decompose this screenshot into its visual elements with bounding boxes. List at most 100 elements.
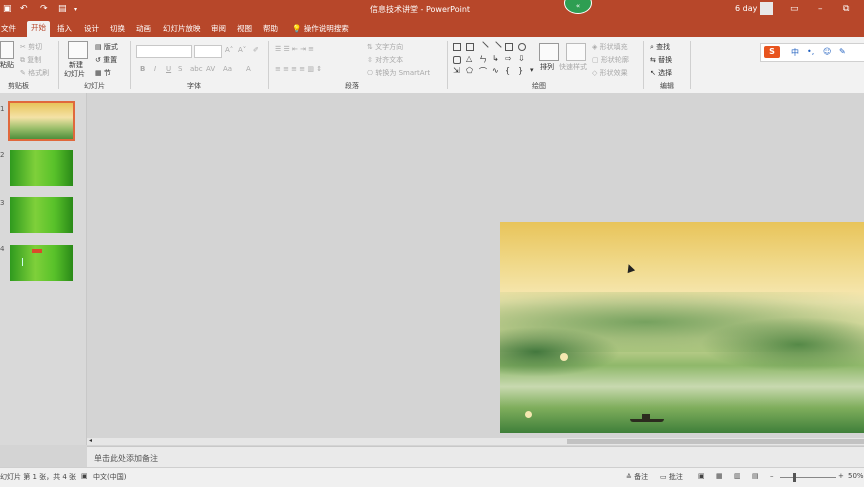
brace-shape-icon[interactable]: { — [505, 66, 513, 76]
arrange-icon[interactable] — [539, 43, 559, 61]
tab-insert[interactable]: 插入 — [57, 23, 72, 34]
italic-button[interactable]: I — [154, 65, 156, 73]
zoom-slider[interactable] — [780, 477, 836, 478]
minimize-icon[interactable]: – — [818, 4, 823, 14]
tab-view[interactable]: 视图 — [237, 23, 252, 34]
present-icon[interactable]: ▤ — [58, 4, 67, 14]
ime-punct-button[interactable]: •, — [807, 47, 814, 56]
change-case-button[interactable]: Aa — [223, 65, 232, 73]
bullets-icon[interactable]: ☰ ☰ ⇤ ⇥ ≡ — [275, 45, 314, 53]
avatar[interactable] — [760, 2, 773, 15]
save-icon[interactable]: ▣ — [3, 4, 12, 14]
normal-view-icon[interactable]: ▣ — [698, 472, 705, 480]
notes-toggle-button[interactable]: ≙ 备注 — [626, 472, 648, 482]
slide-thumbnail[interactable] — [8, 101, 75, 141]
reset-button[interactable]: ↺ 重置 — [95, 55, 117, 65]
arrow-shape-icon[interactable]: ⇨ — [505, 54, 513, 64]
shape-effects-button[interactable]: ◇ 形状效果 — [592, 68, 628, 78]
current-slide[interactable] — [500, 222, 864, 433]
brace-shape-icon[interactable]: } — [518, 66, 526, 76]
horizontal-scrollbar[interactable]: ◂ — [87, 437, 864, 445]
slide-thumbnail-pane[interactable]: 1 2 3 4 — [0, 93, 87, 445]
rounded-rect-shape-icon[interactable] — [453, 56, 461, 64]
paste-button[interactable]: 粘贴 — [0, 60, 14, 70]
language-indicator[interactable]: 中文(中国) — [93, 472, 126, 482]
paste-icon[interactable] — [0, 41, 14, 59]
tab-review[interactable]: 审阅 — [211, 23, 226, 34]
tab-transitions[interactable]: 切换 — [110, 23, 125, 34]
redo-icon[interactable]: ↷ — [40, 4, 48, 14]
text-direction-button[interactable]: ⇅ 文字方向 — [367, 42, 403, 52]
tab-home[interactable]: 开始 — [27, 21, 50, 37]
shape-outline-button[interactable]: ▢ 形状轮廓 — [592, 55, 629, 65]
smartart-button[interactable]: ⎔ 转换为 SmartArt — [367, 68, 430, 78]
copy-button[interactable]: ⧉ 复制 — [20, 55, 41, 65]
customize-qa-icon[interactable]: ▾ — [74, 6, 77, 13]
shrink-font-icon[interactable]: A˅ — [238, 46, 246, 54]
flow-arrow-shape-icon[interactable]: ⇲ — [453, 66, 461, 76]
slide-thumbnail[interactable] — [10, 245, 73, 281]
arrange-button[interactable]: 排列 — [540, 62, 554, 72]
line-shape-icon[interactable] — [490, 41, 502, 53]
undo-icon[interactable]: ↶ — [20, 4, 28, 14]
ime-handwrite-icon[interactable]: ✎ — [839, 47, 846, 56]
new-slide-icon[interactable] — [68, 41, 88, 59]
pentagon-shape-icon[interactable]: ⬠ — [466, 66, 474, 76]
spellcheck-icon[interactable]: ▣ — [81, 472, 88, 480]
select-button[interactable]: ↖ 选择 — [650, 68, 672, 78]
reading-view-icon[interactable]: ▥ — [734, 472, 741, 480]
char-spacing-button[interactable]: AV — [206, 65, 215, 73]
zoom-out-icon[interactable]: – — [770, 472, 774, 480]
rectangle-shape-icon[interactable] — [505, 43, 513, 51]
clear-format-icon[interactable]: ✐ — [253, 46, 259, 54]
curve-shape-icon[interactable]: ⌒ — [479, 67, 487, 76]
slide-thumbnail[interactable] — [10, 197, 73, 233]
align-text-button[interactable]: ⇳ 对齐文本 — [367, 55, 403, 65]
user-name[interactable]: 6 day — [735, 4, 757, 13]
slide-sorter-icon[interactable]: ▦ — [716, 472, 723, 480]
tab-animations[interactable]: 动画 — [136, 23, 151, 34]
tab-design[interactable]: 设计 — [84, 23, 99, 34]
shape-fill-button[interactable]: ◈ 形状填充 — [592, 42, 628, 52]
quick-styles-icon[interactable] — [566, 43, 586, 61]
grow-font-icon[interactable]: A˄ — [225, 46, 233, 54]
comments-toggle-button[interactable]: ▭ 批注 — [660, 472, 683, 482]
textbox-shape-icon[interactable] — [466, 43, 474, 51]
connector-shape-icon[interactable]: ㄣ — [479, 55, 487, 64]
layout-button[interactable]: ▤ 版式 — [95, 42, 118, 52]
shadow-button[interactable]: S — [178, 65, 182, 73]
strikethrough-icon[interactable]: abc — [190, 65, 203, 73]
underline-button[interactable]: U — [166, 65, 171, 73]
find-button[interactable]: ⌕ 查找 — [650, 42, 670, 52]
align-icons[interactable]: ≡ ≡ ≡ ≡ ▥ ⇕ — [275, 65, 322, 73]
bold-button[interactable]: B — [140, 65, 145, 73]
ime-toolbar[interactable]: S 中 •, ☺ ✎ — [760, 43, 864, 62]
more-shapes-icon[interactable]: ▾ — [530, 66, 538, 76]
sogou-logo[interactable]: S — [764, 46, 780, 58]
cut-button[interactable]: ✂ 剪切 — [20, 42, 42, 52]
scrollbar-thumb[interactable] — [567, 439, 864, 444]
oval-shape-icon[interactable] — [518, 43, 526, 51]
ime-mode-button[interactable]: 中 — [791, 47, 799, 58]
wave-shape-icon[interactable]: ∿ — [492, 66, 500, 76]
line-shape-icon[interactable] — [477, 41, 489, 53]
scroll-left-icon[interactable]: ◂ — [89, 437, 92, 444]
format-painter-button[interactable]: ✎ 格式刷 — [20, 68, 49, 78]
tab-file[interactable]: 文件 — [1, 23, 16, 34]
tab-slideshow[interactable]: 幻灯片放映 — [163, 23, 201, 34]
font-name-combo[interactable] — [136, 45, 192, 58]
restore-icon[interactable]: ⧉ — [843, 4, 849, 14]
font-color-button[interactable]: A — [246, 65, 251, 73]
notes-placeholder[interactable]: 单击此处添加备注 — [94, 453, 158, 464]
rectangle-shape-icon[interactable] — [453, 43, 461, 51]
notes-pane[interactable]: 单击此处添加备注 — [87, 446, 864, 468]
slideshow-view-icon[interactable]: ▤ — [752, 472, 759, 480]
ribbon-display-icon[interactable]: ▭ — [790, 4, 799, 14]
font-size-combo[interactable] — [194, 45, 222, 58]
zoom-in-icon[interactable]: + — [838, 472, 844, 480]
replace-button[interactable]: ⇆ 替换 — [650, 55, 672, 65]
connector-shape-icon[interactable]: ↳ — [492, 54, 500, 64]
ime-emoji-icon[interactable]: ☺ — [823, 47, 831, 56]
arrow-shape-icon[interactable]: ⇩ — [518, 54, 526, 64]
tell-me-search[interactable]: 💡 操作说明搜索 — [292, 23, 349, 34]
